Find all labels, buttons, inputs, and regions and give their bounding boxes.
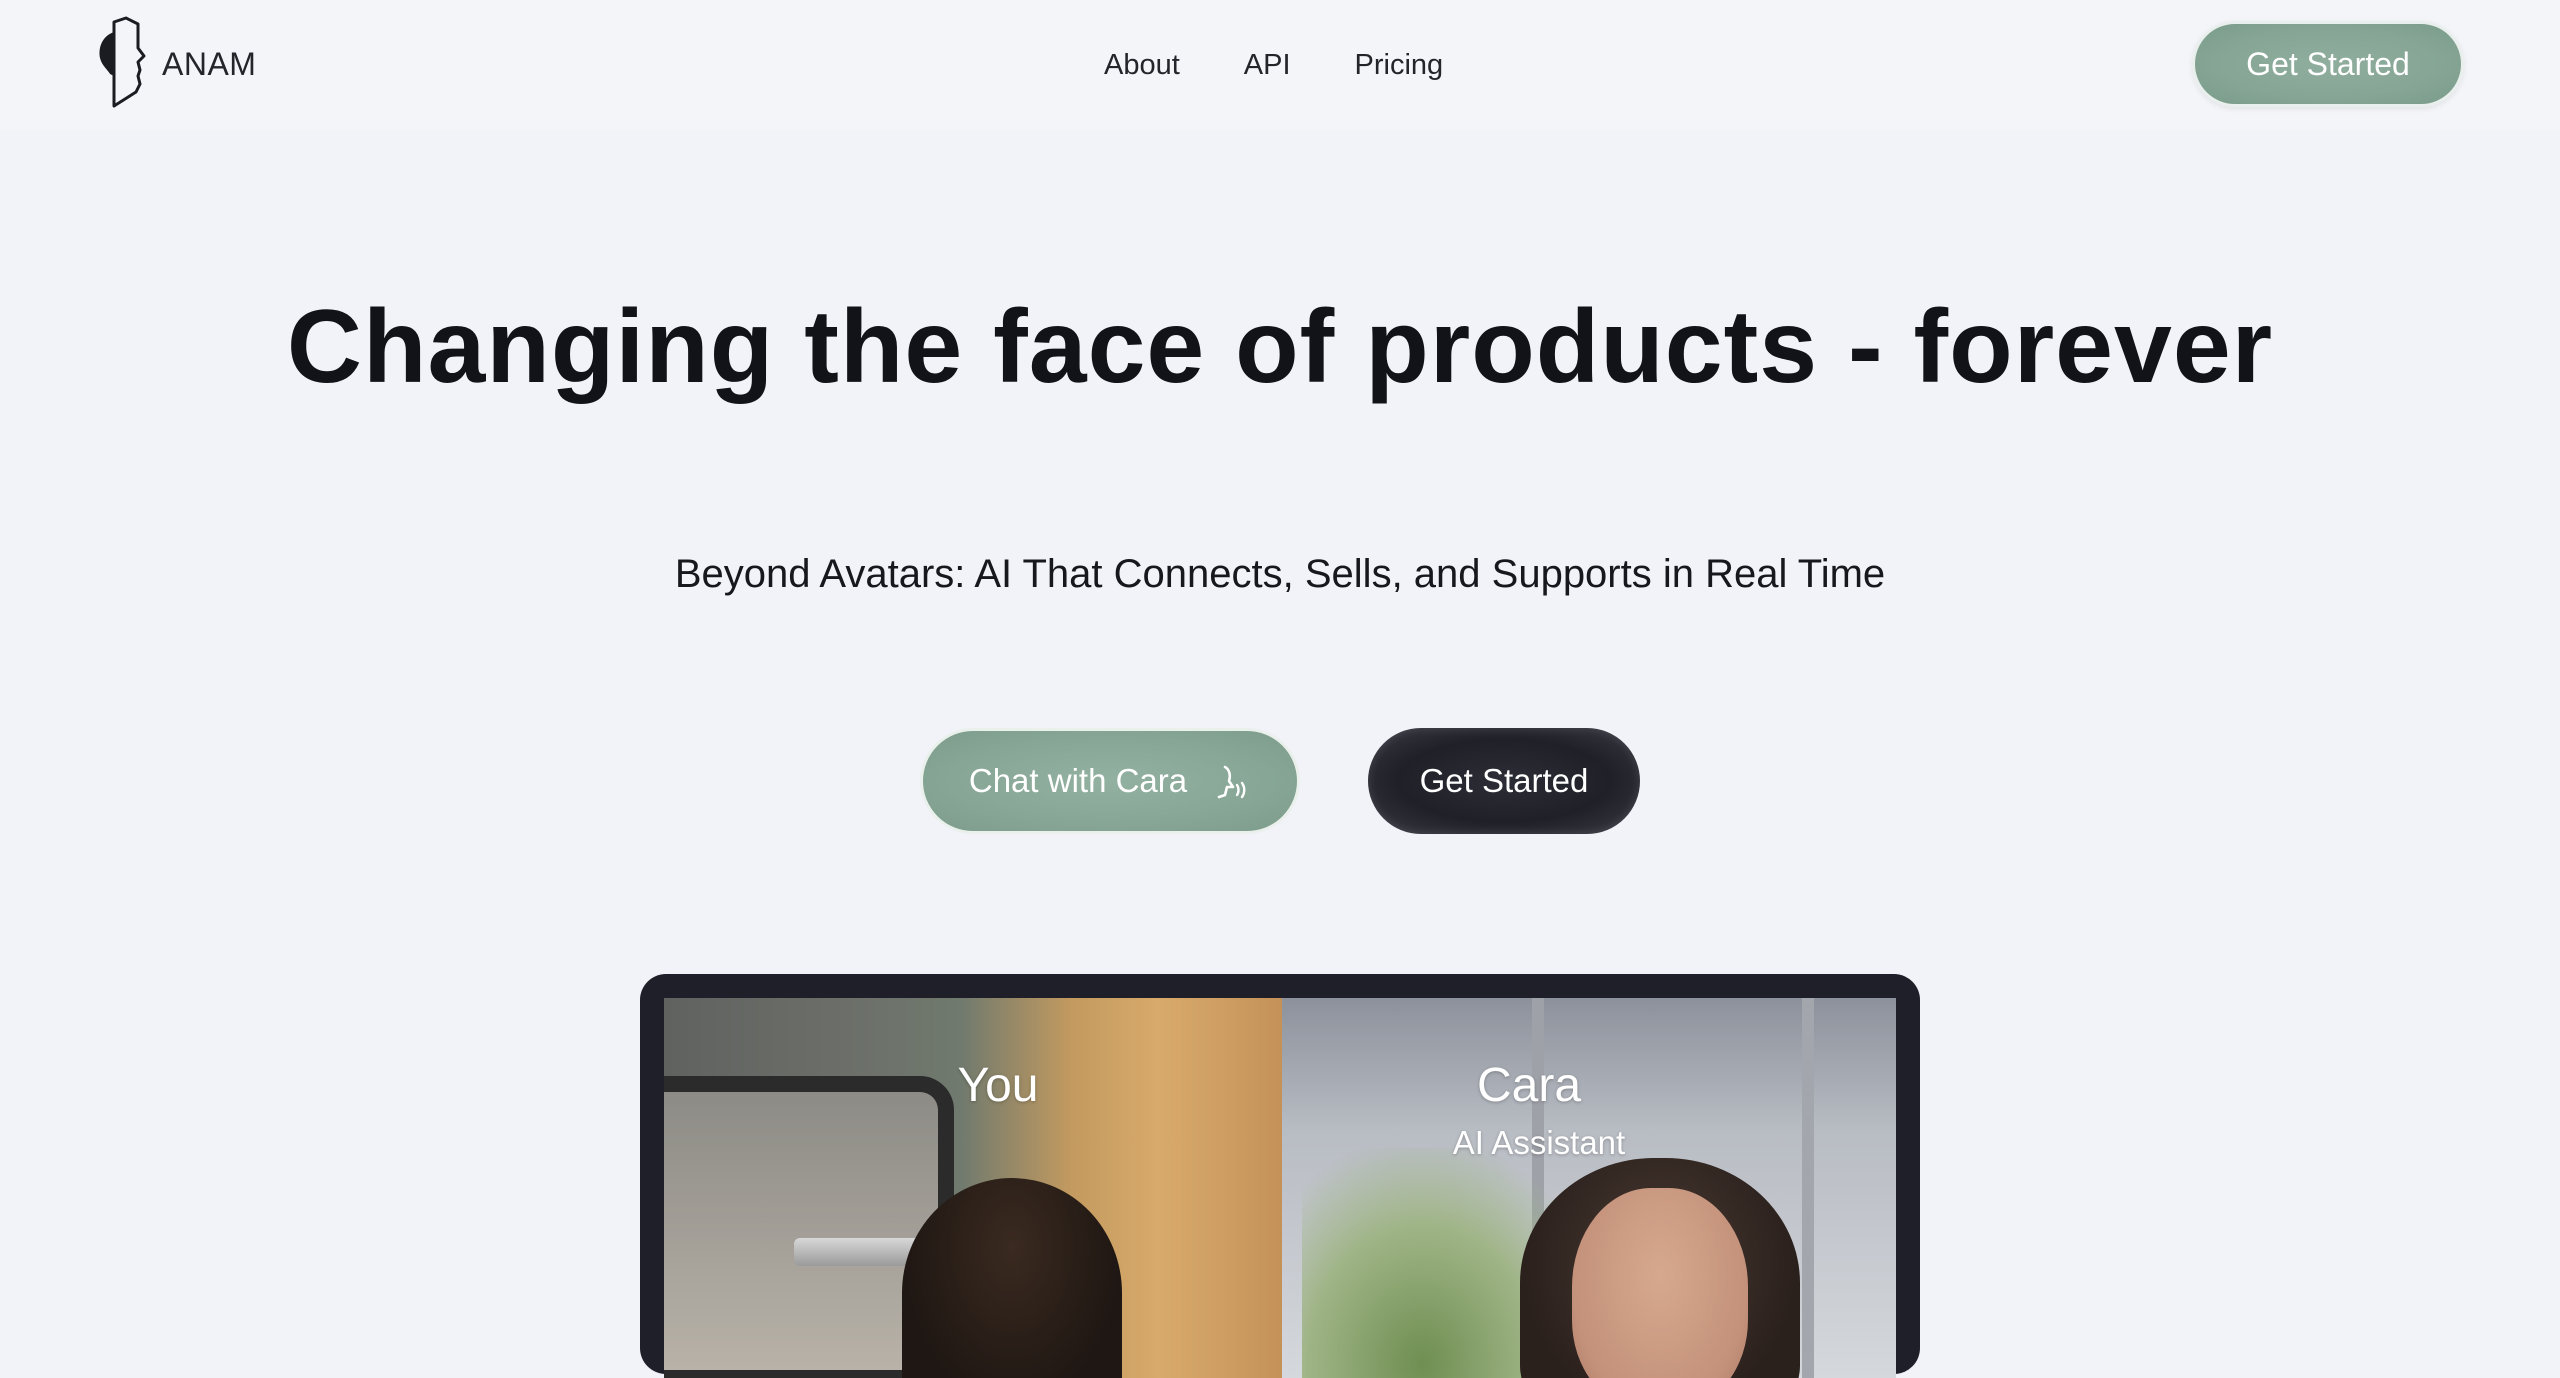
hero-cta-row: Chat with Cara Get Started	[920, 728, 1640, 834]
nav-link-api[interactable]: API	[1244, 49, 1291, 82]
site-header: ANAM About API Pricing Get Started	[0, 0, 2560, 130]
cara-label: Cara	[1476, 1059, 1582, 1112]
brand-logo[interactable]: ANAM	[96, 14, 256, 114]
hero-title: Changing the face of products - forever	[286, 289, 2274, 405]
demo-video-frame: You Cara AI Assistant	[640, 974, 1920, 1378]
cara-role-label: AI Assistant	[1452, 1124, 1626, 1161]
hero-subtitle: Beyond Avatars: AI That Connects, Sells,…	[674, 552, 1886, 596]
hero-get-started-button[interactable]: Get Started	[1368, 728, 1640, 834]
you-label: You	[957, 1059, 1039, 1112]
cara-avatar-face	[1572, 1188, 1748, 1378]
brand-name: ANAM	[162, 45, 257, 82]
speaking-head-icon	[1217, 765, 1246, 799]
nav-link-pricing[interactable]: Pricing	[1355, 49, 1444, 82]
main-nav: About API Pricing	[1104, 40, 1443, 90]
demo-video-screen: You Cara AI Assistant	[664, 998, 1896, 1378]
header-get-started-button[interactable]: Get Started	[2192, 21, 2464, 107]
face-profile-logo-icon	[99, 16, 146, 108]
chat-with-cara-label: Chat with Cara	[968, 762, 1188, 799]
chat-with-cara-button[interactable]: Chat with Cara	[920, 728, 1300, 834]
you-video-pane: You	[664, 998, 1282, 1378]
cara-video-pane: Cara AI Assistant	[1282, 998, 1896, 1378]
nav-link-about[interactable]: About	[1104, 49, 1180, 82]
